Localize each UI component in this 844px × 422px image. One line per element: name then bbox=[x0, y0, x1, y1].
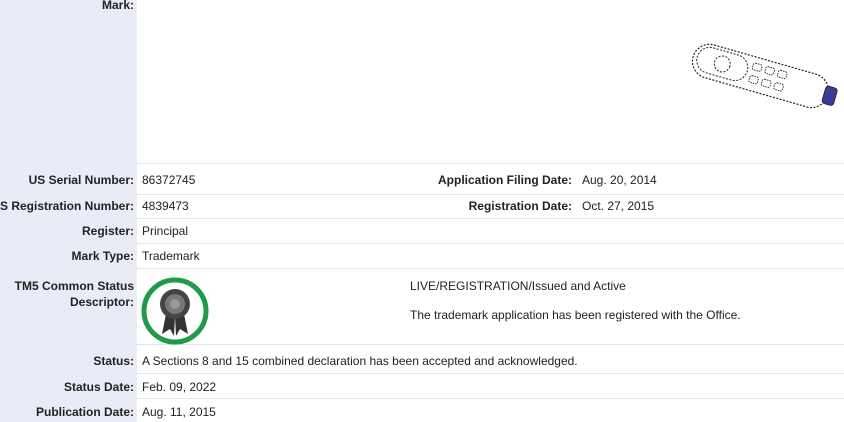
status-date-value: Feb. 09, 2022 bbox=[142, 380, 217, 394]
tm5-label-line1: TM5 Common Status bbox=[14, 279, 134, 293]
row-divider bbox=[137, 398, 844, 399]
mark-label: Mark: bbox=[101, 0, 134, 12]
row-divider bbox=[137, 268, 844, 269]
tm5-label-line2: Descriptor: bbox=[69, 295, 134, 309]
mark-type-label: Mark Type: bbox=[71, 249, 134, 263]
row-divider bbox=[137, 373, 844, 374]
registered-award-badge-icon bbox=[141, 277, 209, 345]
row-divider bbox=[137, 243, 844, 244]
publication-date-value: Aug. 11, 2015 bbox=[142, 405, 216, 419]
status-date-label: Status Date: bbox=[63, 380, 134, 394]
registration-date-value: Oct. 27, 2015 bbox=[582, 199, 655, 213]
serial-number-value: 86372745 bbox=[142, 173, 196, 187]
mark-drawing-remote-icon bbox=[691, 43, 838, 109]
registration-number-label: US Registration Number: bbox=[0, 199, 134, 213]
row-divider bbox=[137, 344, 844, 345]
row-divider bbox=[137, 194, 844, 195]
registration-date-label: Registration Date: bbox=[468, 199, 572, 213]
register-value: Principal bbox=[142, 224, 189, 238]
register-label: Register: bbox=[81, 224, 134, 238]
row-divider bbox=[137, 163, 844, 164]
tm5-status-code: LIVE/REGISTRATION/Issued and Active bbox=[410, 279, 626, 293]
mark-type-value: Trademark bbox=[142, 249, 200, 263]
publication-date-label: Publication Date: bbox=[35, 405, 134, 419]
registration-number-value: 4839473 bbox=[142, 199, 189, 213]
tm5-status-description: The trademark application has been regis… bbox=[410, 308, 741, 322]
filing-date-label: Application Filing Date: bbox=[438, 173, 572, 187]
filing-date-value: Aug. 20, 2014 bbox=[582, 173, 657, 187]
serial-number-label: US Serial Number: bbox=[28, 173, 134, 187]
row-divider bbox=[137, 218, 844, 219]
status-label: Status: bbox=[93, 354, 134, 368]
status-value: A Sections 8 and 15 combined declaration… bbox=[142, 354, 578, 368]
